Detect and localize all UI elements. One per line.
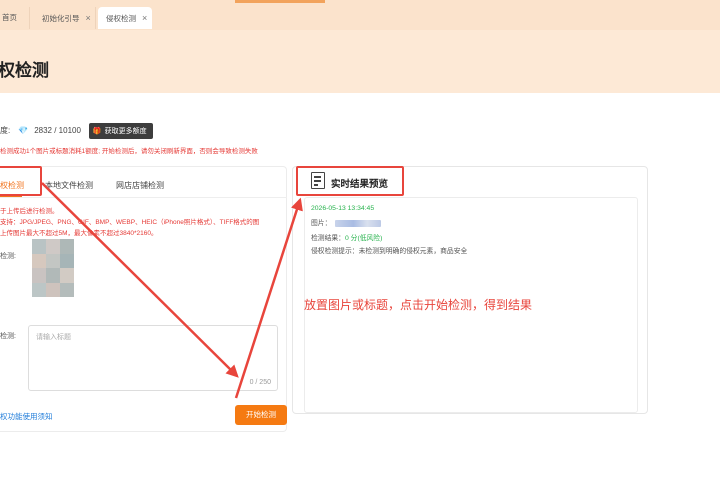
annotation-arrows [41,182,303,399]
arrow-to-start-button [41,182,239,378]
arrow-to-result-panel [234,197,303,399]
annotation-text: 放置图片或标题，点击开始检测，得到结果 [304,298,533,312]
